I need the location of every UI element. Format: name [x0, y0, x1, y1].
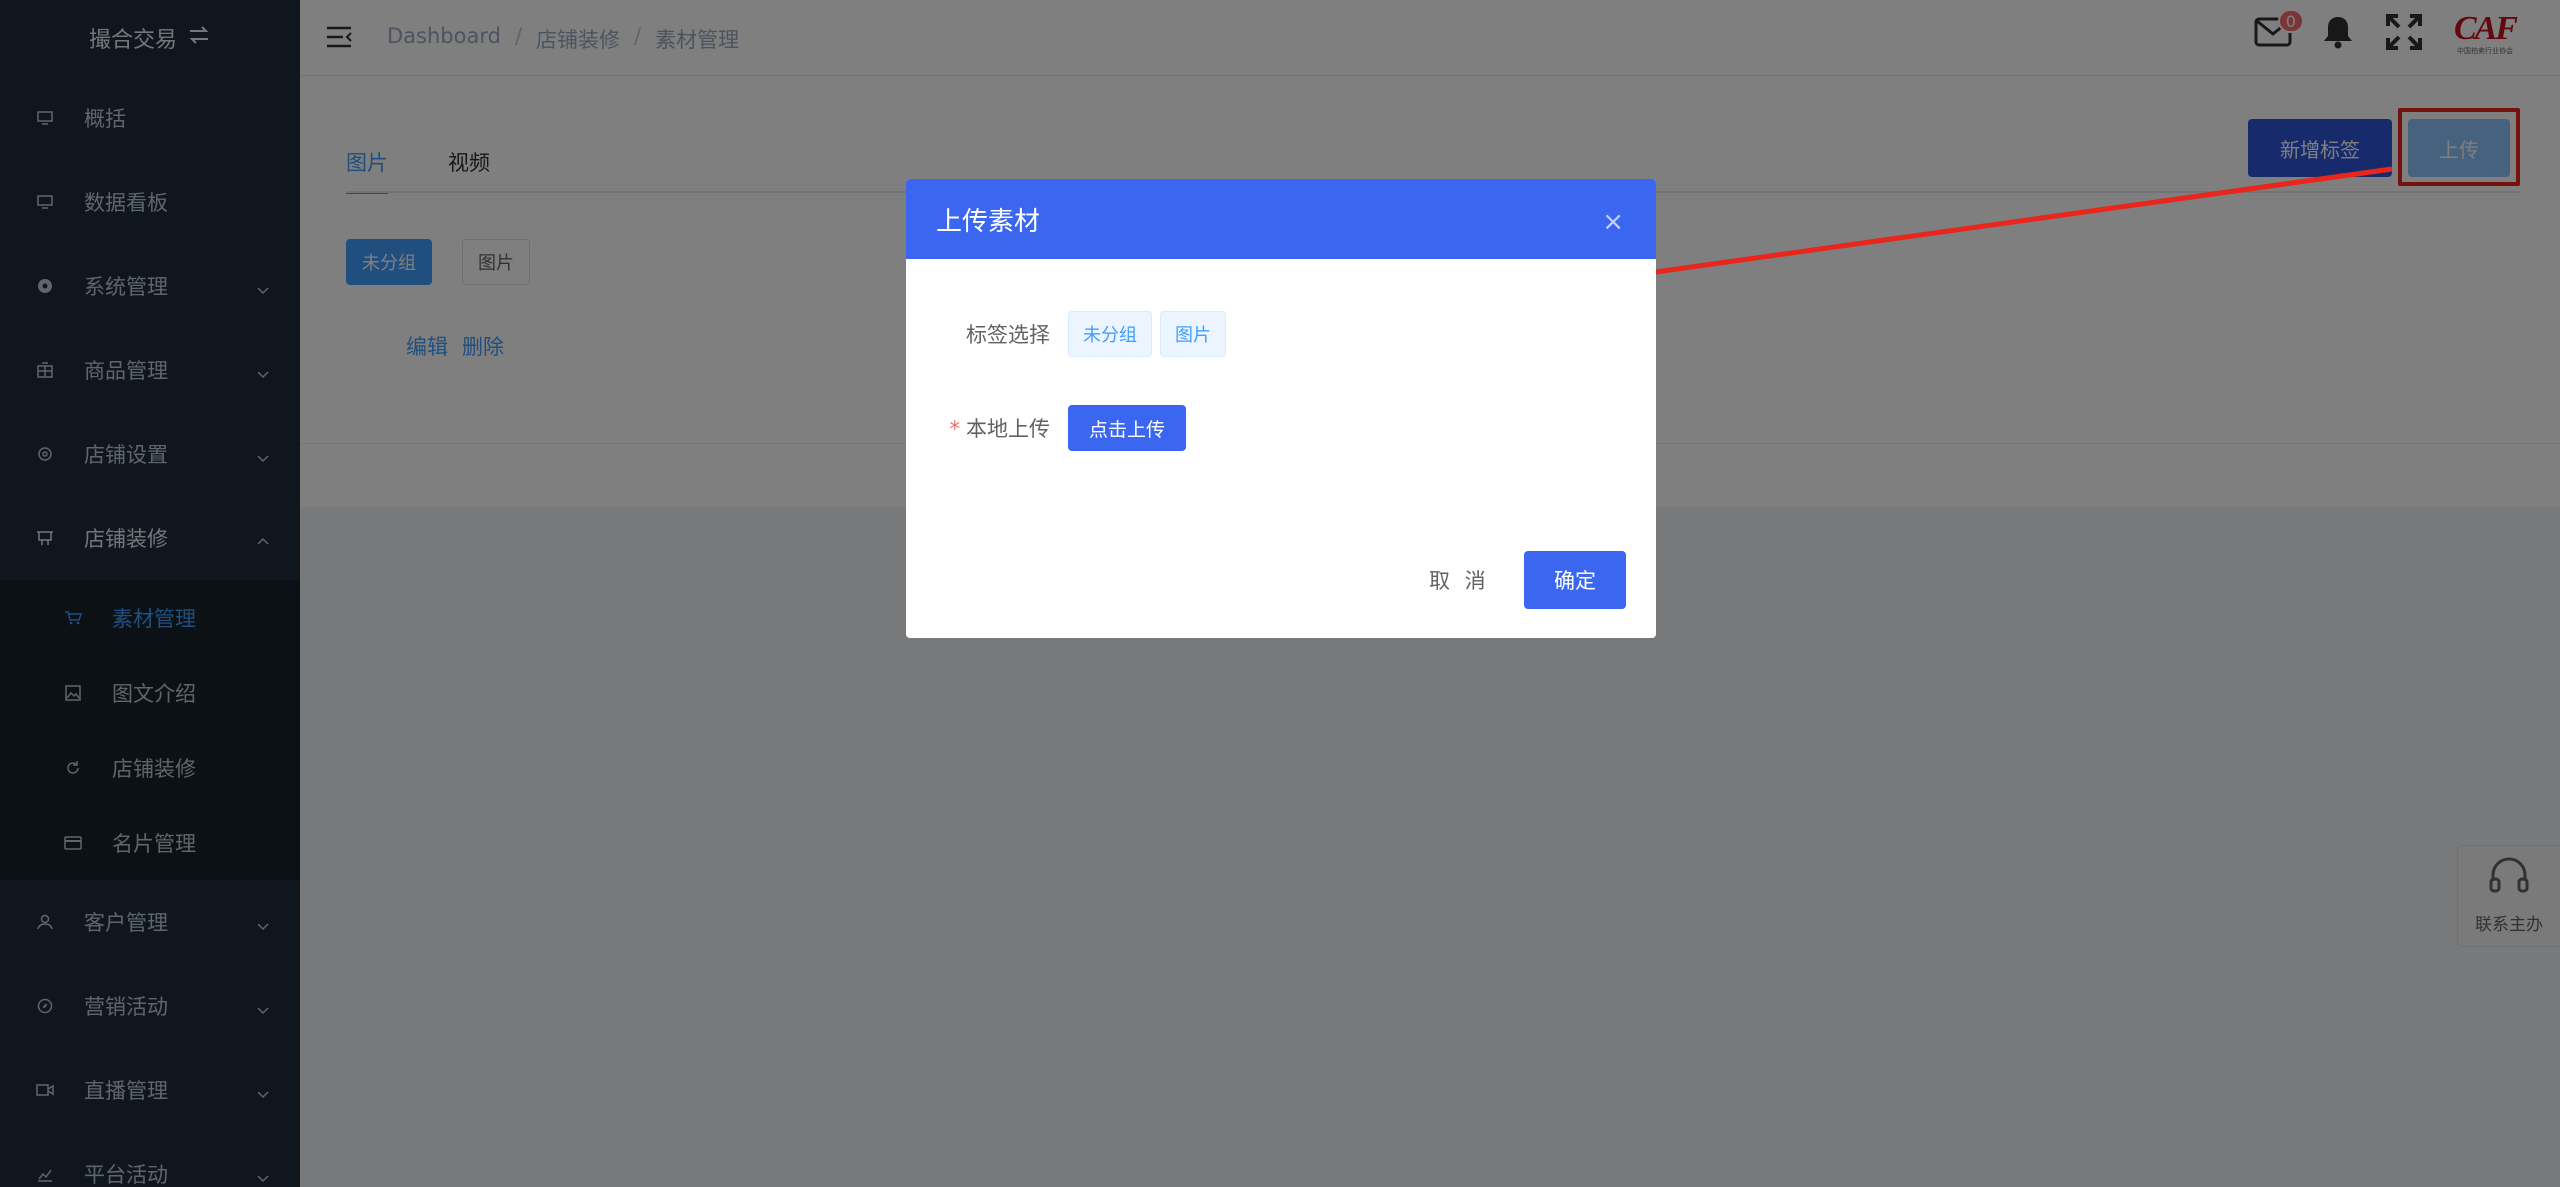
dialog-title: 上传素材 — [936, 206, 1041, 237]
tag-select-row: 标签选择 未分组 图片 — [906, 311, 1234, 357]
dialog-header: 上传素材 × — [906, 179, 1656, 259]
local-upload-label: * 本地上传 — [906, 413, 1068, 443]
local-upload-text: 本地上传 — [966, 417, 1050, 441]
local-upload-row: * 本地上传 点击上传 — [906, 405, 1186, 451]
tag-select-label: 标签选择 — [966, 323, 1050, 347]
required-mark: * — [949, 417, 961, 441]
upload-dialog: 上传素材 × 标签选择 未分组 图片 * 本地上传 点击上传 取 消 确定 — [906, 179, 1656, 638]
click-upload-button[interactable]: 点击上传 — [1068, 405, 1186, 451]
confirm-button[interactable]: 确定 — [1524, 551, 1626, 609]
tag-option-ungrouped[interactable]: 未分组 — [1068, 311, 1152, 357]
tag-option-images[interactable]: 图片 — [1160, 311, 1226, 357]
cancel-button[interactable]: 取 消 — [1429, 551, 1490, 609]
close-icon[interactable]: × — [1602, 207, 1624, 237]
